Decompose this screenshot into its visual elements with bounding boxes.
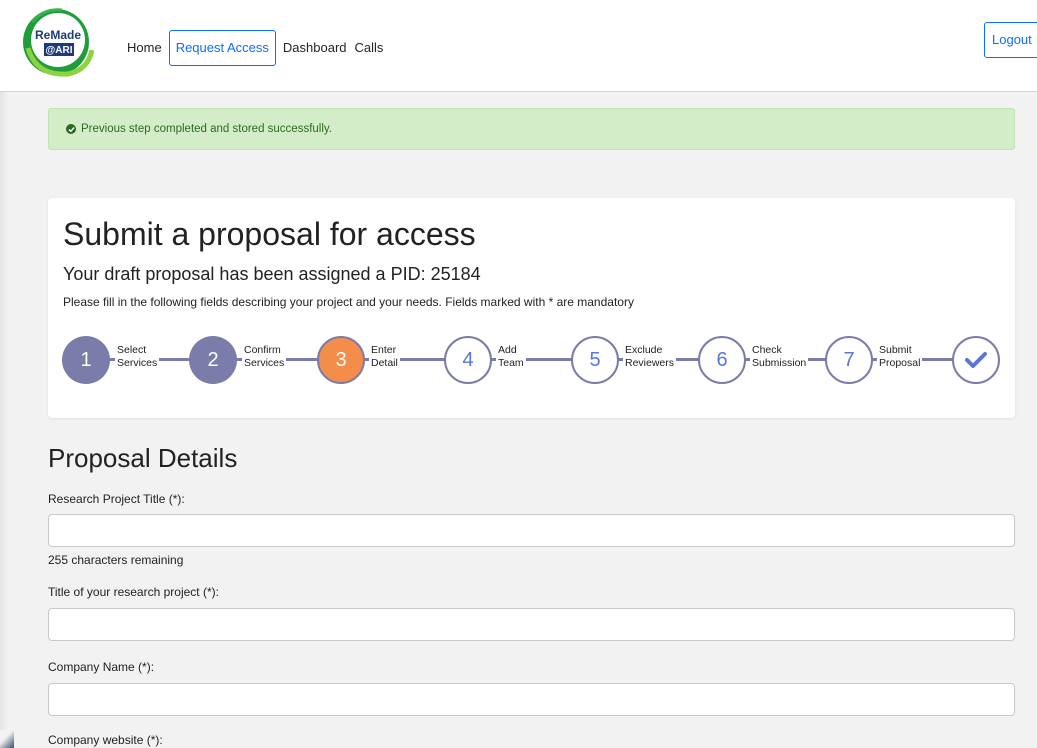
alert-message: Previous step completed and stored succe… (81, 123, 332, 135)
left-edge-shadow (0, 92, 8, 748)
step-6-number: 6 (716, 348, 728, 371)
nav-links: Home Request Access Dashboard Calls (123, 30, 387, 66)
check-circle-icon (66, 124, 76, 134)
characters-remaining-text: 255 characters remaining (48, 553, 184, 567)
step-3-label: Enter Detail (369, 344, 400, 370)
step-2-label: Confirm Services (242, 344, 287, 370)
research-project-title-label: Research Project Title (*): (48, 492, 185, 506)
step-5-label-line1: Exclude (625, 344, 663, 356)
logo-text-line1: ReMade (35, 28, 81, 42)
top-navbar: ReMade @ARI Home Request Access Dashboar… (0, 0, 1037, 92)
step-5-number: 5 (589, 348, 601, 371)
step-1-label-line2: Services (117, 357, 158, 369)
step-2-label-line2: Services (244, 357, 285, 369)
research-title-label: Title of your research project (*): (48, 585, 219, 599)
step-3-label-line2: Detail (371, 357, 398, 369)
step-6-label: Check Submission (750, 344, 809, 370)
step-4-label-line1: Add (498, 344, 517, 356)
step-4-circle[interactable]: 4 (444, 336, 492, 384)
company-name-label: Company Name (*): (48, 660, 155, 674)
step-7-label: Submit Proposal (877, 344, 923, 370)
step-7-circle[interactable]: 7 (825, 336, 873, 384)
company-website-label: Company website (*): (48, 733, 163, 747)
step-7-label-line2: Proposal (879, 357, 921, 369)
step-6-label-line1: Check (752, 344, 782, 356)
checkmark-icon (965, 352, 987, 368)
logo-text-line2: @ARI (46, 45, 73, 56)
step-4-number: 4 (462, 348, 474, 371)
step-3-label-line1: Enter (371, 344, 397, 356)
company-name-input[interactable] (48, 683, 1015, 716)
progress-stepper: 1 Select Services 2 Confirm Services 3 Ent… (48, 198, 1015, 418)
step-7-label-line1: Submit (879, 344, 912, 356)
step-4-label: Add Team (496, 344, 526, 370)
success-alert: Previous step completed and stored succe… (48, 108, 1015, 150)
remade-logo[interactable]: ReMade @ARI (22, 2, 94, 82)
nav-link-home[interactable]: Home (123, 38, 166, 58)
research-title-input[interactable] (48, 608, 1015, 641)
step-6-label-line2: Submission (752, 357, 807, 369)
step-1-number: 1 (80, 348, 92, 371)
step-2-circle[interactable]: 2 (189, 336, 237, 384)
nav-link-dashboard[interactable]: Dashboard (279, 38, 351, 58)
nav-link-request-access[interactable]: Request Access (168, 30, 276, 66)
step-3-circle[interactable]: 3 (317, 336, 365, 384)
step-5-circle[interactable]: 5 (571, 336, 619, 384)
research-project-title-input[interactable] (48, 514, 1015, 547)
step-7-number: 7 (843, 348, 855, 371)
step-final-checkmark (952, 336, 1000, 384)
step-1-label-line1: Select (117, 344, 147, 356)
proposal-card: Submit a proposal for access Your draft … (48, 198, 1015, 418)
step-3-number: 3 (335, 348, 347, 371)
step-2-label-line1: Confirm (244, 344, 281, 356)
step-1-label: Select Services (115, 344, 160, 370)
logout-button[interactable]: Logout (984, 22, 1037, 58)
step-5-label: Exclude Reviewers (623, 344, 677, 370)
corner-shadow (0, 730, 14, 748)
step-4-label-line2: Team (498, 357, 524, 369)
step-6-circle[interactable]: 6 (698, 336, 746, 384)
step-2-number: 2 (207, 348, 219, 371)
step-5-label-line2: Reviewers (625, 357, 675, 369)
nav-link-calls[interactable]: Calls (351, 38, 388, 58)
section-title-proposal-details: Proposal Details (48, 443, 238, 473)
step-1-circle[interactable]: 1 (62, 336, 110, 384)
